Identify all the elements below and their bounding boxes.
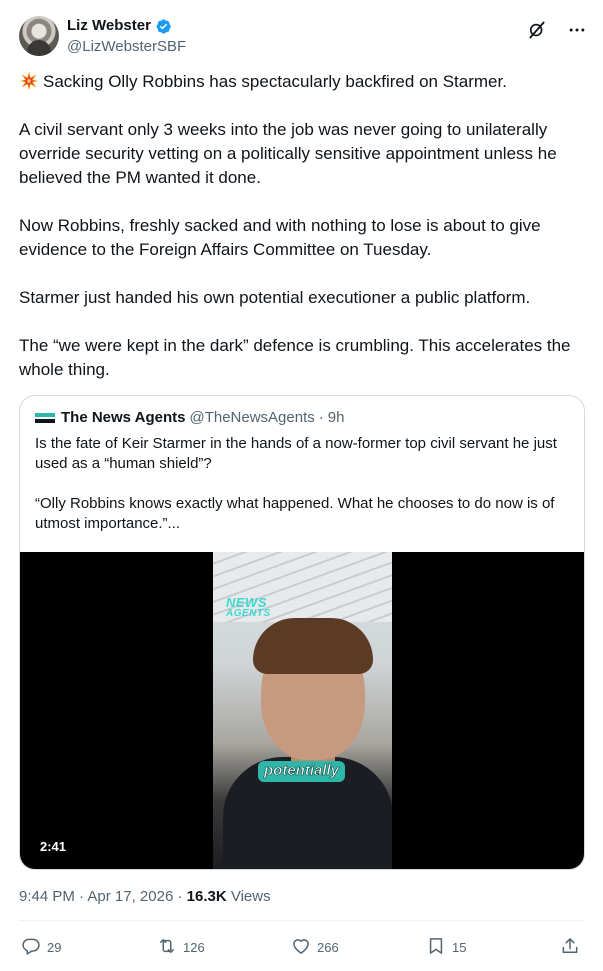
reply-count: 29: [47, 940, 62, 955]
quote-paragraph: “Olly Robbins knows exactly what happene…: [35, 495, 555, 532]
views-count: 16.3K: [186, 888, 227, 905]
tweet-header: Liz Webster @LizWebsterSBF: [19, 16, 589, 60]
meta-separator: ·: [177, 888, 183, 905]
share-button[interactable]: [560, 936, 580, 959]
quoted-tweet[interactable]: The News Agents @TheNewsAgents · 9h Is t…: [19, 395, 585, 870]
meta-separator: ·: [79, 888, 85, 905]
tweet-paragraph: Starmer just handed his own potential ex…: [19, 288, 531, 307]
avatar[interactable]: [19, 16, 59, 56]
bookmark-icon: [426, 936, 446, 959]
video-player[interactable]: NEWS AGENTS potentially 2:41: [20, 552, 584, 869]
author-handle[interactable]: @LizWebsterSBF: [67, 37, 186, 57]
like-icon: [291, 936, 311, 959]
bookmark-button[interactable]: 15: [426, 936, 466, 959]
quote-age[interactable]: 9h: [328, 409, 345, 426]
tweet-paragraph: A civil servant only 3 weeks into the jo…: [19, 120, 557, 187]
tweet-date[interactable]: Apr 17, 2026: [87, 888, 173, 905]
video-subject-hair: [253, 618, 373, 674]
quote-author-handle[interactable]: @TheNewsAgents: [189, 409, 314, 426]
repost-count: 126: [183, 940, 205, 955]
video-frame: NEWS AGENTS potentially: [213, 552, 392, 869]
video-duration: 2:41: [36, 838, 71, 855]
quote-header: The News Agents @TheNewsAgents · 9h: [35, 409, 344, 426]
author-display-name[interactable]: Liz Webster: [67, 16, 151, 36]
tweet-paragraph: Sacking Olly Robbins has spectacularly b…: [19, 70, 587, 94]
video-watermark-line-2: AGENTS: [226, 608, 271, 619]
tweet-text: Sacking Olly Robbins has spectacularly b…: [19, 70, 587, 382]
grok-icon[interactable]: [527, 20, 547, 40]
divider: [19, 920, 585, 921]
verified-badge-icon[interactable]: [155, 18, 172, 35]
news-agents-logo-icon: [35, 411, 55, 425]
tweet-time[interactable]: 9:44 PM: [19, 888, 75, 905]
video-caption: potentially: [258, 761, 346, 782]
repost-button[interactable]: 126: [157, 936, 205, 959]
tweet-paragraph: The “we were kept in the dark” defence i…: [19, 336, 571, 379]
like-button[interactable]: 266: [291, 936, 339, 959]
reply-icon: [21, 936, 41, 959]
quote-paragraph: Is the fate of Keir Starmer in the hands…: [35, 435, 557, 472]
quote-separator: ·: [318, 409, 324, 426]
share-icon: [560, 936, 580, 959]
views-label: Views: [230, 888, 271, 905]
repost-icon: [157, 936, 177, 959]
video-watermark-line-1: NEWS: [226, 595, 267, 610]
tweet-paragraph-text: Sacking Olly Robbins has spectacularly b…: [43, 72, 507, 91]
video-watermark-logo: NEWS AGENTS: [226, 595, 271, 619]
quote-text: Is the fate of Keir Starmer in the hands…: [35, 434, 575, 534]
like-count: 266: [317, 940, 339, 955]
bookmark-count: 15: [452, 940, 467, 955]
author-name-row[interactable]: Liz Webster: [67, 16, 172, 36]
action-bar: 29 126 266 15: [19, 936, 585, 962]
tweet-paragraph: Now Robbins, freshly sacked and with not…: [19, 216, 541, 259]
quote-author-name[interactable]: The News Agents: [61, 409, 185, 426]
tweet-meta: 9:44 PM · Apr 17, 2026 · 16.3K Views: [19, 887, 271, 907]
collision-icon: [19, 71, 39, 91]
more-icon[interactable]: [567, 20, 587, 40]
reply-button[interactable]: 29: [21, 936, 61, 959]
